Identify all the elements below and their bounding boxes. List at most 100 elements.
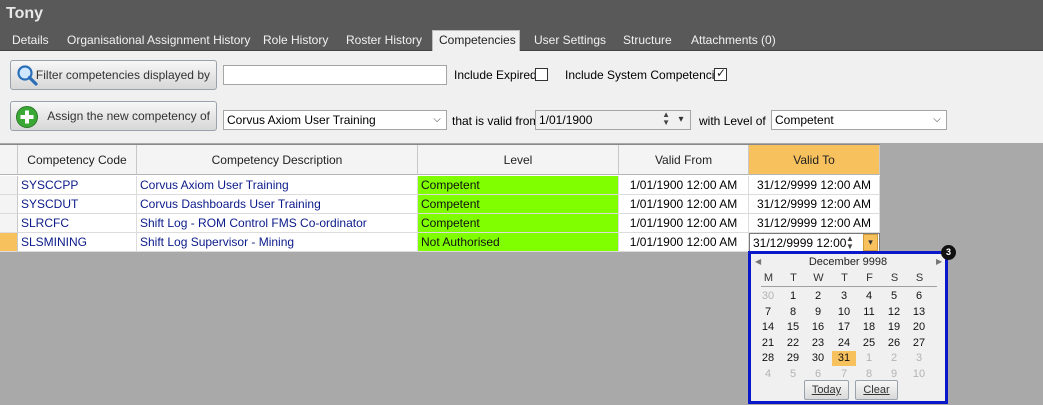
- competency-description-cell: Shift Log Supervisor - Mining: [137, 233, 418, 252]
- calendar-day[interactable]: 30: [756, 289, 780, 304]
- level-cell: Competent: [418, 176, 619, 195]
- tab-details[interactable]: Details: [6, 31, 55, 51]
- competency-code-cell: SLSMINING: [18, 233, 137, 252]
- calendar-day[interactable]: 22: [781, 336, 805, 351]
- include-expired-checkbox[interactable]: [535, 68, 548, 81]
- calendar-dropdown-button[interactable]: ▾: [863, 234, 878, 251]
- calendar-day[interactable]: 3: [832, 289, 856, 304]
- filter-competencies-button[interactable]: Filter competencies displayed by: [10, 60, 217, 90]
- column-header-valid-to[interactable]: Valid To: [749, 145, 880, 175]
- calendar-day[interactable]: 16: [806, 320, 830, 335]
- calendar-day[interactable]: 15: [781, 320, 805, 335]
- calendar-day[interactable]: 18: [857, 320, 881, 335]
- include-system-competencies-checkbox[interactable]: ✓: [714, 66, 727, 81]
- table-row[interactable]: SYSCCPP Corvus Axiom User Training Compe…: [0, 176, 880, 195]
- calendar-day[interactable]: 30: [806, 351, 830, 366]
- calendar-day[interactable]: 9: [806, 305, 830, 320]
- calendar-day[interactable]: 2: [882, 351, 906, 366]
- calendar-day[interactable]: 10: [907, 367, 931, 382]
- calendar-day[interactable]: 23: [806, 336, 830, 351]
- today-button[interactable]: Today: [804, 380, 849, 400]
- calendar-day[interactable]: 27: [907, 336, 931, 351]
- competency-toolbar: Filter competencies displayed by Include…: [0, 51, 1043, 143]
- calendar-day[interactable]: 11: [857, 305, 881, 320]
- calendar-day[interactable]: 26: [882, 336, 906, 351]
- calendar-day[interactable]: 24: [832, 336, 856, 351]
- tab-structure[interactable]: Structure: [617, 31, 678, 51]
- weekday-header: F: [866, 272, 873, 284]
- calendar-day[interactable]: 7: [756, 305, 780, 320]
- calendar-day[interactable]: 6: [907, 289, 931, 304]
- calendar-day[interactable]: 29: [781, 351, 805, 366]
- valid-from-cell: 1/01/1900 12:00 AM: [619, 233, 749, 252]
- weekday-header: T: [790, 272, 797, 284]
- table-row[interactable]: SYSCDUT Corvus Dashboards User Training …: [0, 195, 880, 214]
- checkmark-icon: ✓: [716, 66, 727, 80]
- valid-to-editor-value: 31/12/9999 12:00: [753, 236, 847, 250]
- row-selector[interactable]: [0, 214, 18, 233]
- valid-to-editor[interactable]: 31/12/9999 12:00 ▲ ▼ ▾: [749, 233, 880, 252]
- calendar-day[interactable]: 8: [781, 305, 805, 320]
- calendar-day[interactable]: 3: [907, 351, 931, 366]
- column-header-valid-from[interactable]: Valid From: [619, 145, 749, 175]
- clear-button-label: Clear: [863, 384, 890, 396]
- level-cell: Not Authorised: [418, 233, 619, 252]
- column-header-competency-code[interactable]: Competency Code: [18, 145, 137, 175]
- valid-from-date-field[interactable]: 1/01/1900 ▲ ▼ ▾: [535, 110, 691, 130]
- tab-role-history[interactable]: Role History: [257, 31, 334, 51]
- chevron-down-icon[interactable]: ⌵: [930, 111, 944, 129]
- calendar-day[interactable]: 19: [882, 320, 906, 335]
- weekday-header: S: [915, 272, 924, 284]
- tab-competencies[interactable]: Competencies: [432, 30, 520, 51]
- table-row-current[interactable]: SLSMINING Shift Log Supervisor - Mining …: [0, 233, 880, 252]
- calendar-day[interactable]: 25: [857, 336, 881, 351]
- tab-attachments[interactable]: Attachments (0): [685, 31, 782, 51]
- tab-user-settings[interactable]: User Settings: [528, 31, 612, 51]
- add-icon: [15, 105, 39, 129]
- calendar-day[interactable]: 20: [907, 320, 931, 335]
- calendar-day[interactable]: 17: [832, 320, 856, 335]
- tab-roster-history[interactable]: Roster History: [340, 31, 428, 51]
- filter-text-input[interactable]: [223, 65, 447, 85]
- date-picker-popup: ◀ December 9998 ▶ MTWTFSS 30 1 2 3 4 5 6 7 8 9 10 1…: [748, 251, 948, 404]
- calendar-day[interactable]: 1: [781, 289, 805, 304]
- row-selector[interactable]: [0, 233, 18, 252]
- grid-row-selector-header: [0, 145, 18, 175]
- competency-select[interactable]: Corvus Axiom User Training ⌵: [223, 110, 447, 130]
- level-select[interactable]: Competent ⌵: [771, 110, 947, 130]
- calendar-day[interactable]: 2: [806, 289, 830, 304]
- calendar-day[interactable]: 4: [857, 289, 881, 304]
- calendar-day[interactable]: 13: [907, 305, 931, 320]
- calendar-day[interactable]: 14: [756, 320, 780, 335]
- chevron-down-icon[interactable]: ▾: [674, 111, 688, 129]
- table-row[interactable]: SLRCFC Shift Log - ROM Control FMS Co-or…: [0, 214, 880, 233]
- calendar-day[interactable]: 5: [882, 289, 906, 304]
- calendar-day-selected[interactable]: 31: [832, 351, 856, 366]
- row-selector[interactable]: [0, 176, 18, 195]
- calendar-day[interactable]: 10: [832, 305, 856, 320]
- clear-button[interactable]: Clear: [855, 380, 898, 400]
- assign-competency-button[interactable]: Assign the new competency of: [10, 101, 217, 131]
- spin-icon[interactable]: ▲ ▼: [662, 111, 670, 127]
- calendar-day[interactable]: 5: [781, 367, 805, 382]
- competency-description-cell: Corvus Axiom User Training: [137, 176, 418, 195]
- calendar-day[interactable]: 12: [882, 305, 906, 320]
- row-selector[interactable]: [0, 195, 18, 214]
- valid-from-cell: 1/01/1900 12:00 AM: [619, 214, 749, 233]
- column-header-competency-description[interactable]: Competency Description: [137, 145, 418, 175]
- calendar-divider: [761, 286, 937, 287]
- competency-grid: Competency Code Competency Description L…: [0, 144, 880, 252]
- spin-icon[interactable]: ▲ ▼: [846, 235, 854, 251]
- weekday-header: M: [763, 272, 774, 284]
- next-month-icon[interactable]: ▶: [936, 257, 942, 266]
- calendar-day[interactable]: 28: [756, 351, 780, 366]
- calendar-day[interactable]: 1: [857, 351, 881, 366]
- tab-bar: Details Organisational Assignment Histor…: [0, 29, 1043, 51]
- chevron-down-icon[interactable]: ⌵: [430, 111, 444, 129]
- calendar-day[interactable]: 4: [756, 367, 780, 382]
- tab-organisational-assignment-history[interactable]: Organisational Assignment History: [61, 31, 256, 51]
- valid-to-cell: 31/12/9999 12:00 AM: [749, 214, 880, 233]
- calendar-day[interactable]: 21: [756, 336, 780, 351]
- column-header-level[interactable]: Level: [418, 145, 619, 175]
- filter-button-label: Filter competencies displayed by: [35, 68, 210, 82]
